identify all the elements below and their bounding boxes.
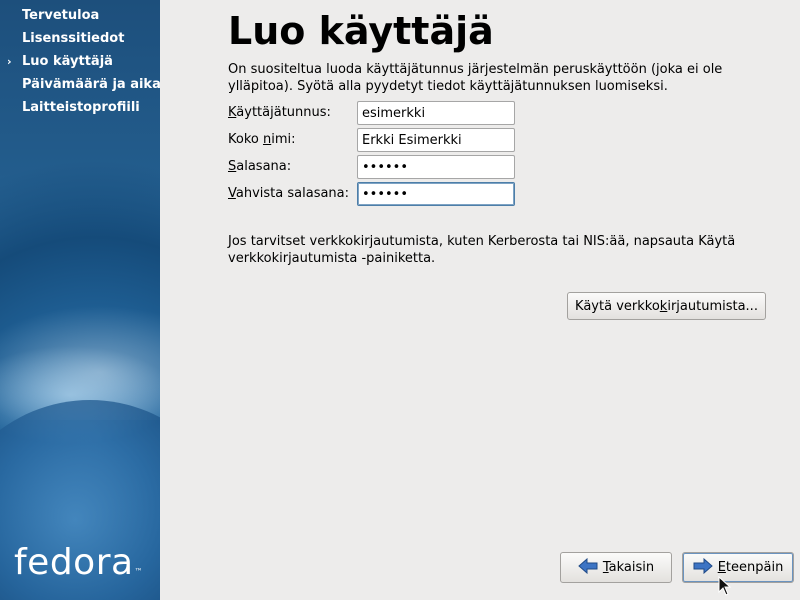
username-field[interactable] [357,101,515,125]
sidebar-item-hardware-profile: Laitteistoprofiili [22,100,140,115]
fullname-label: Koko nimi: [228,132,296,147]
password-label: Salasana: [228,159,292,174]
confirm-password-field[interactable] [357,182,515,206]
password-field[interactable] [357,155,515,179]
network-login-note: Jos tarvitset verkkokirjautumista, kuten… [228,234,736,266]
current-step-marker-icon: › [7,55,12,68]
fedora-logo: fedora™ [14,542,144,583]
intro-text: On suositeltua luoda käyttäjätunnus järj… [228,62,723,94]
page-title: Luo käyttäjä [228,9,494,53]
sidebar-item-create-user: › Luo käyttäjä [0,52,160,75]
arrow-left-icon [578,557,598,578]
sidebar-item-welcome: Tervetuloa [22,8,100,23]
forward-button[interactable]: Eteenpäin [682,552,794,583]
username-label: Käyttäjätunnus: [228,105,331,120]
fullname-field[interactable] [357,128,515,152]
mouse-pointer-icon [718,575,732,600]
sidebar-item-license: Lisenssitiedot [22,31,125,46]
back-button[interactable]: Takaisin [560,552,672,583]
network-login-button[interactable]: Käytä verkko k irjautumista... [567,292,766,320]
sidebar: Tervetuloa Lisenssitiedot › Luo käyttäjä … [0,0,160,600]
confirm-password-label: Vahvista salasana: [228,186,350,201]
sidebar-item-date-time: Päivämäärä ja aika [22,77,160,92]
steps-nav: Tervetuloa Lisenssitiedot › Luo käyttäjä … [0,0,160,121]
arrow-right-icon [693,557,713,578]
